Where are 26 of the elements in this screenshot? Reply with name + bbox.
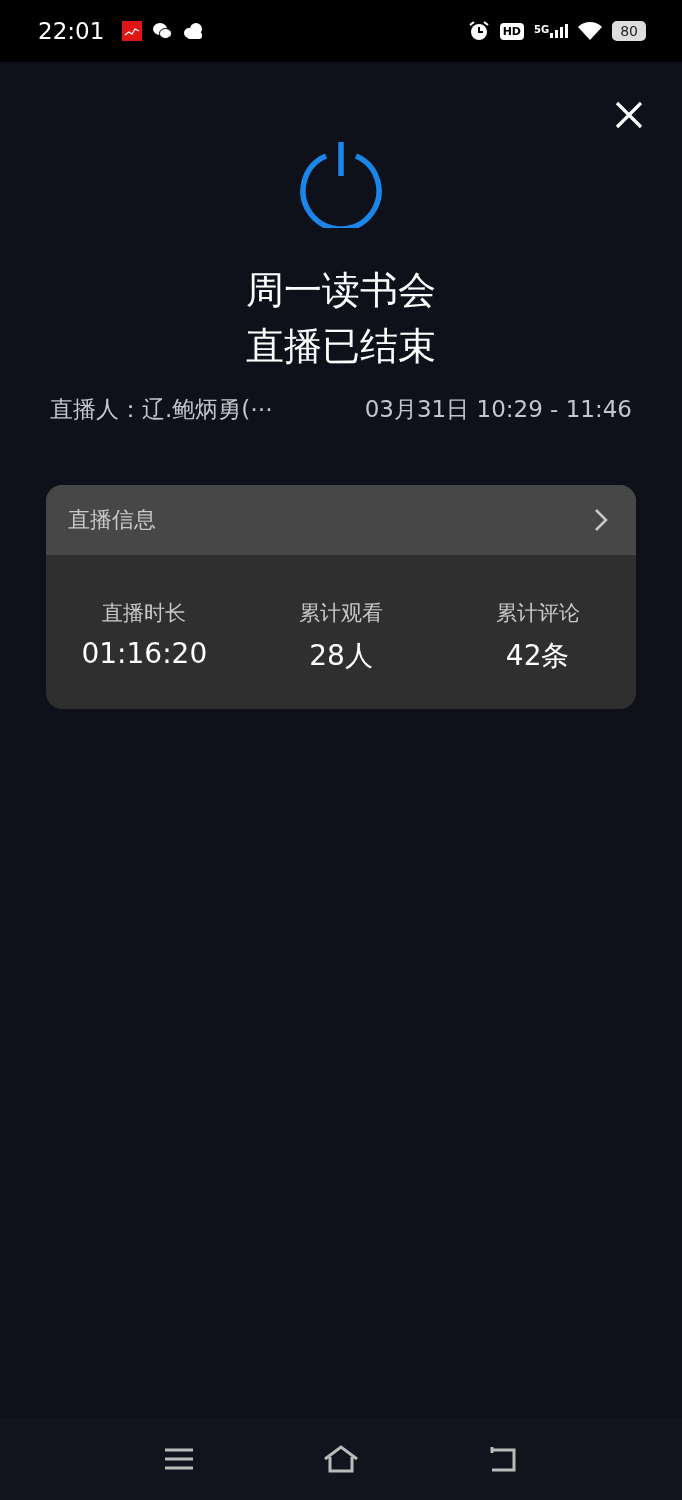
wifi-icon <box>578 21 603 41</box>
hd-icon: HD <box>499 22 524 40</box>
title-text: 周一读书会 <box>246 267 436 314</box>
battery-icon: 80 <box>612 21 646 41</box>
power-icon <box>299 140 383 228</box>
stat-label: 累计观看 <box>299 600 383 627</box>
cloud-icon <box>182 22 205 40</box>
info-header[interactable]: 直播信息 <box>46 485 636 555</box>
title-text: 直播已结束 <box>246 323 436 370</box>
stat-value: 01:16:20 <box>81 637 208 670</box>
menu-icon[interactable] <box>164 1447 195 1471</box>
app-icon <box>122 21 143 41</box>
chevron-right-icon <box>594 508 608 532</box>
time-range: 03月31日 10:29 - 11:46 <box>364 395 632 424</box>
close-button[interactable] <box>614 100 644 130</box>
network-label: 5G <box>534 24 550 35</box>
chat-icon <box>152 22 173 40</box>
home-icon[interactable] <box>323 1445 359 1473</box>
stat-value: 42条 <box>505 638 570 674</box>
stat-value: 28人 <box>309 638 373 674</box>
stat-label: 累计评论 <box>495 600 580 627</box>
status-time: 22:01 <box>38 18 105 44</box>
stat-label: 直播时长 <box>102 600 187 627</box>
host-name: 直播人：辽.鲍炳勇(⋯ <box>50 395 274 424</box>
signal-icon <box>550 24 569 38</box>
alarm-icon <box>467 20 490 42</box>
